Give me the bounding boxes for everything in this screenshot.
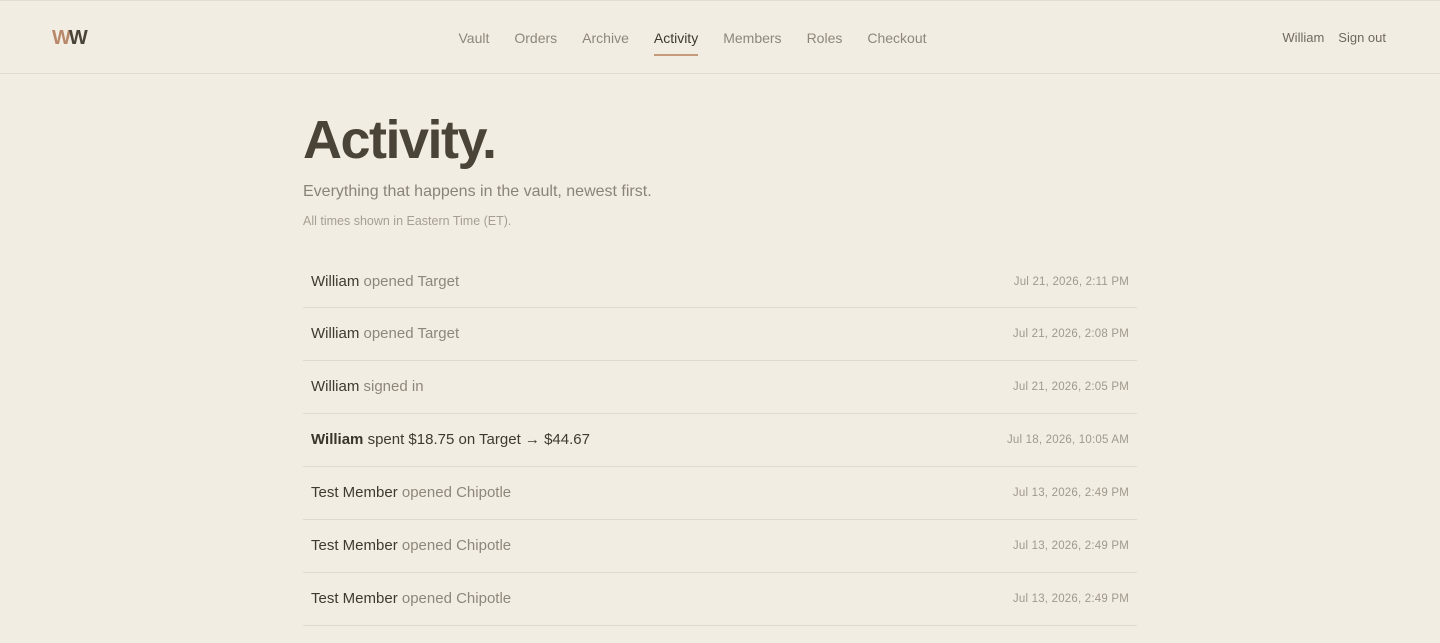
- activity-actor: Test Member: [311, 590, 398, 607]
- activity-actor: William: [311, 378, 360, 395]
- activity-action: signed in: [363, 378, 424, 395]
- activity-action: opened Target: [363, 272, 460, 290]
- top-bar: WW Vault Orders Archive Activity Members…: [0, 0, 1440, 74]
- activity-text: William opened Target: [311, 272, 459, 292]
- activity-time: Jul 13, 2026, 2:49 PM: [1012, 487, 1129, 499]
- activity-list: William opened Target Jul 21, 2026, 2:11…: [303, 256, 1137, 626]
- activity-actor: Test Member: [311, 484, 398, 501]
- activity-text: William signed in: [311, 377, 424, 397]
- main-nav: Vault Orders Archive Activity Members Ro…: [446, 1, 939, 74]
- activity-time: Jul 13, 2026, 2:49 PM: [1012, 540, 1129, 552]
- timezone-note: All times shown in Eastern Time (ET).: [303, 214, 512, 228]
- activity-row: William signed in Jul 21, 2026, 2:05 PM: [303, 361, 1137, 414]
- page-title: Activity.: [303, 110, 497, 170]
- activity-row: William opened Target Jul 21, 2026, 2:08…: [303, 308, 1137, 361]
- activity-text: Test Member opened Chipotle: [311, 589, 511, 609]
- main-content: Activity. Everything that happens in the…: [303, 74, 1137, 626]
- activity-time: Jul 21, 2026, 2:11 PM: [1013, 275, 1129, 288]
- activity-action: spent $18.75 on Target → $44.67: [367, 431, 590, 448]
- activity-row-spend: William spent $18.75 on Target → $44.67 …: [303, 414, 1137, 467]
- logo-letter-second: W: [68, 27, 88, 49]
- activity-text: Test Member opened Chipotle: [311, 483, 511, 503]
- logo[interactable]: WW: [52, 27, 88, 49]
- nav-archive[interactable]: Archive: [582, 28, 629, 48]
- activity-time: Jul 18, 2026, 10:05 AM: [1006, 434, 1129, 446]
- nav-activity[interactable]: Activity: [653, 28, 699, 56]
- activity-action: opened Target: [363, 325, 460, 342]
- activity-row: Test Member opened Chipotle Jul 13, 2026…: [303, 573, 1137, 626]
- sign-out-link[interactable]: Sign out: [1338, 28, 1386, 48]
- activity-actor: William: [311, 431, 364, 448]
- activity-text: Test Member opened Chipotle: [311, 536, 511, 556]
- activity-row: Test Member opened Chipotle Jul 13, 2026…: [303, 520, 1137, 573]
- activity-actor: Test Member: [311, 537, 398, 554]
- logo-letter-first: W: [52, 27, 71, 49]
- user-area: William Sign out: [1282, 28, 1386, 48]
- nav-roles[interactable]: Roles: [807, 28, 843, 48]
- nav-checkout[interactable]: Checkout: [867, 28, 926, 48]
- activity-time: Jul 21, 2026, 2:05 PM: [1012, 381, 1129, 393]
- activity-action: opened Chipotle: [401, 590, 512, 607]
- nav-members[interactable]: Members: [723, 28, 781, 48]
- activity-text: William spent $18.75 on Target → $44.67: [311, 430, 590, 450]
- activity-action: opened Chipotle: [401, 537, 512, 554]
- activity-action: opened Chipotle: [401, 484, 512, 501]
- activity-actor: William: [311, 325, 360, 342]
- user-name-link[interactable]: William: [1282, 28, 1324, 48]
- activity-row: Test Member opened Chipotle Jul 13, 2026…: [303, 467, 1137, 520]
- activity-actor: William: [311, 272, 360, 290]
- activity-time: Jul 21, 2026, 2:08 PM: [1012, 328, 1129, 340]
- activity-time: Jul 13, 2026, 2:49 PM: [1012, 593, 1129, 605]
- activity-row: William opened Target Jul 21, 2026, 2:11…: [303, 256, 1137, 308]
- page-subtitle: Everything that happens in the vault, ne…: [303, 183, 652, 200]
- nav-orders[interactable]: Orders: [514, 28, 557, 48]
- activity-text: William opened Target: [311, 324, 459, 344]
- nav-vault[interactable]: Vault: [459, 28, 490, 48]
